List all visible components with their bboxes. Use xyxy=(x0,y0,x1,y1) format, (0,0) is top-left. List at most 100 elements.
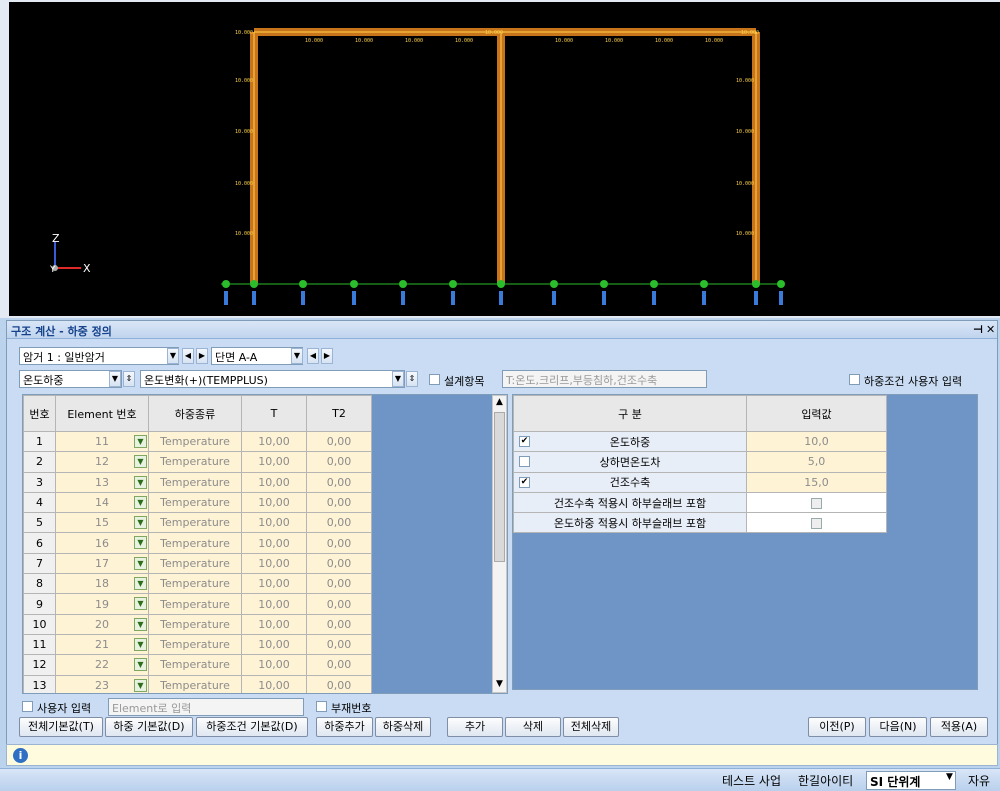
delete-button[interactable]: 삭제 xyxy=(505,717,561,737)
vertical-scrollbar[interactable]: ▲ ▼ xyxy=(492,395,507,693)
scroll-down-icon[interactable]: ▼ xyxy=(494,679,505,691)
condition-row[interactable]: 상하면온도차 5,0 xyxy=(513,451,887,473)
t2-value-cell[interactable]: 0,00 xyxy=(306,593,372,615)
condition-checkbox[interactable]: ✔ xyxy=(519,476,530,488)
load-kind-cell[interactable]: Temperature xyxy=(148,471,242,493)
load-kind-cell[interactable]: Temperature xyxy=(148,512,242,534)
user-input-checkbox[interactable] xyxy=(849,374,860,385)
design-item-checkbox[interactable] xyxy=(429,374,440,385)
element-number-cell[interactable]: 17 ▼ xyxy=(55,552,149,575)
t-value-cell[interactable]: 10,00 xyxy=(241,491,307,514)
next-button[interactable]: 다음(N) xyxy=(869,717,927,737)
t-value-cell[interactable]: 10,00 xyxy=(241,674,307,693)
t2-value-cell[interactable]: 0,00 xyxy=(306,552,372,575)
condition-value-cell[interactable] xyxy=(746,512,887,534)
t2-value-cell[interactable]: 0,00 xyxy=(306,491,372,514)
element-number-cell[interactable]: 12 ▼ xyxy=(55,451,149,473)
t-value-cell[interactable]: 10,00 xyxy=(241,471,307,493)
dropdown-arrow-icon[interactable]: ▼ xyxy=(134,495,147,509)
table-row[interactable]: 13 23 ▼ Temperature 10,00 0,00 xyxy=(23,674,372,693)
condition-value-cell[interactable]: 15,0 xyxy=(746,471,887,493)
chevron-down-icon[interactable]: ▼ xyxy=(109,371,121,387)
table-row[interactable]: 5 15 ▼ Temperature 10,00 0,00 xyxy=(23,512,372,534)
add-button[interactable]: 추가 xyxy=(447,717,503,737)
t-value-cell[interactable]: 10,00 xyxy=(241,613,307,635)
prev-arrow-icon[interactable]: ◀ xyxy=(307,348,319,364)
dropdown-arrow-icon[interactable]: ▼ xyxy=(134,577,147,591)
load-kind-cell[interactable]: Temperature xyxy=(148,430,242,453)
element-number-cell[interactable]: 18 ▼ xyxy=(55,573,149,595)
t-value-cell[interactable]: 10,00 xyxy=(241,552,307,575)
dropdown-arrow-icon[interactable]: ▼ xyxy=(134,536,147,550)
dropdown-arrow-icon[interactable]: ▼ xyxy=(134,597,147,611)
dropdown-arrow-icon[interactable]: ▼ xyxy=(134,455,147,469)
include-slab-checkbox[interactable] xyxy=(811,517,822,529)
element-number-cell[interactable]: 20 ▼ xyxy=(55,613,149,635)
chevron-down-icon[interactable]: ▼ xyxy=(167,348,179,364)
element-number-cell[interactable]: 21 ▼ xyxy=(55,633,149,656)
dropdown-arrow-icon[interactable]: ▼ xyxy=(134,617,147,631)
condition-checkbox[interactable]: ✔ xyxy=(519,436,530,447)
load-kind-cell[interactable]: Temperature xyxy=(148,674,242,693)
apply-button[interactable]: 적용(A) xyxy=(930,717,988,737)
case-select[interactable]: 암거 1 : 일반암거 xyxy=(19,347,179,365)
t-value-cell[interactable]: 10,00 xyxy=(241,633,307,656)
dropdown-arrow-icon[interactable]: ▼ xyxy=(134,516,147,530)
prev-arrow-icon[interactable]: ◀ xyxy=(182,348,194,364)
t-value-cell[interactable]: 10,00 xyxy=(241,451,307,473)
load-kind-cell[interactable]: Temperature xyxy=(148,491,242,514)
dropdown-arrow-icon[interactable]: ▼ xyxy=(134,475,147,489)
table-row[interactable]: 6 16 ▼ Temperature 10,00 0,00 xyxy=(23,532,372,554)
load-default-button[interactable]: 하중 기본값(D) xyxy=(105,717,193,737)
t-value-cell[interactable]: 10,00 xyxy=(241,593,307,615)
table-row[interactable]: 4 14 ▼ Temperature 10,00 0,00 xyxy=(23,491,372,514)
scroll-thumb[interactable] xyxy=(494,412,505,562)
t-value-cell[interactable]: 10,00 xyxy=(241,430,307,453)
dropdown-arrow-icon[interactable]: ▼ xyxy=(134,637,147,651)
element-number-cell[interactable]: 23 ▼ xyxy=(55,674,149,693)
section-select[interactable]: 단면 A-A xyxy=(211,347,303,365)
element-load-grid[interactable]: 번호 Element 번호 하중종류 T T2 1 11 ▼ Temperature 1… xyxy=(22,394,508,694)
condition-value-cell[interactable] xyxy=(746,491,887,514)
t2-value-cell[interactable]: 0,00 xyxy=(306,674,372,693)
table-row[interactable]: 10 20 ▼ Temperature 10,00 0,00 xyxy=(23,613,372,635)
t2-value-cell[interactable]: 0,00 xyxy=(306,430,372,453)
table-row[interactable]: 11 21 ▼ Temperature 10,00 0,00 xyxy=(23,633,372,656)
t2-value-cell[interactable]: 0,00 xyxy=(306,613,372,635)
load-kind-cell[interactable]: Temperature xyxy=(148,573,242,595)
condition-row[interactable]: ✔ 건조수축 15,0 xyxy=(513,471,887,493)
load-condition-grid[interactable]: 구 분 입력값 ✔ 온도하중 10,0 상하면온도차 5,0 ✔ 건조수축 15,0 건조수축 … xyxy=(512,394,978,690)
load-kind-cell[interactable]: Temperature xyxy=(148,654,242,676)
element-number-cell[interactable]: 13 ▼ xyxy=(55,471,149,493)
element-input-select[interactable]: Element로 입력 xyxy=(108,698,304,716)
next-arrow-icon[interactable]: ▶ xyxy=(321,348,333,364)
condition-row[interactable]: 건조수축 적용시 하부슬래브 포함 xyxy=(513,491,887,514)
dropdown-arrow-icon[interactable]: ▼ xyxy=(134,435,147,448)
element-number-cell[interactable]: 14 ▼ xyxy=(55,491,149,514)
table-row[interactable]: 1 11 ▼ Temperature 10,00 0,00 xyxy=(23,430,372,453)
condition-checkbox[interactable] xyxy=(519,456,530,468)
design-item-select[interactable]: T:온도,크리프,부등침하,건조수축 xyxy=(502,370,707,388)
delete-load-button[interactable]: 하중삭제 xyxy=(375,717,431,737)
close-icon[interactable]: ✕ xyxy=(986,323,995,336)
load-kind-cell[interactable]: Temperature xyxy=(148,552,242,575)
load-kind-cell[interactable]: Temperature xyxy=(148,613,242,635)
t2-value-cell[interactable]: 0,00 xyxy=(306,512,372,534)
element-number-cell[interactable]: 22 ▼ xyxy=(55,654,149,676)
dropdown-arrow-icon[interactable]: ▼ xyxy=(134,658,147,672)
t-value-cell[interactable]: 10,00 xyxy=(241,573,307,595)
element-number-cell[interactable]: 11 ▼ xyxy=(55,430,149,453)
load-type-select[interactable]: 온도하중 xyxy=(19,370,122,388)
table-row[interactable]: 7 17 ▼ Temperature 10,00 0,00 xyxy=(23,552,372,575)
pin-icon[interactable]: ⊣ xyxy=(973,323,983,336)
next-arrow-icon[interactable]: ▶ xyxy=(196,348,208,364)
load-kind-cell[interactable]: Temperature xyxy=(148,532,242,554)
dropdown-arrow-icon[interactable]: ▼ xyxy=(134,556,147,570)
chevron-down-icon[interactable]: ▼ xyxy=(291,348,303,364)
t2-value-cell[interactable]: 0,00 xyxy=(306,471,372,493)
element-number-cell[interactable]: 16 ▼ xyxy=(55,532,149,554)
model-canvas[interactable]: 10.000 10.000 10.000 10.000 10.000 10.00… xyxy=(9,2,1000,316)
t-value-cell[interactable]: 10,00 xyxy=(241,512,307,534)
scroll-up-icon[interactable]: ▲ xyxy=(494,397,505,409)
t2-value-cell[interactable]: 0,00 xyxy=(306,633,372,656)
